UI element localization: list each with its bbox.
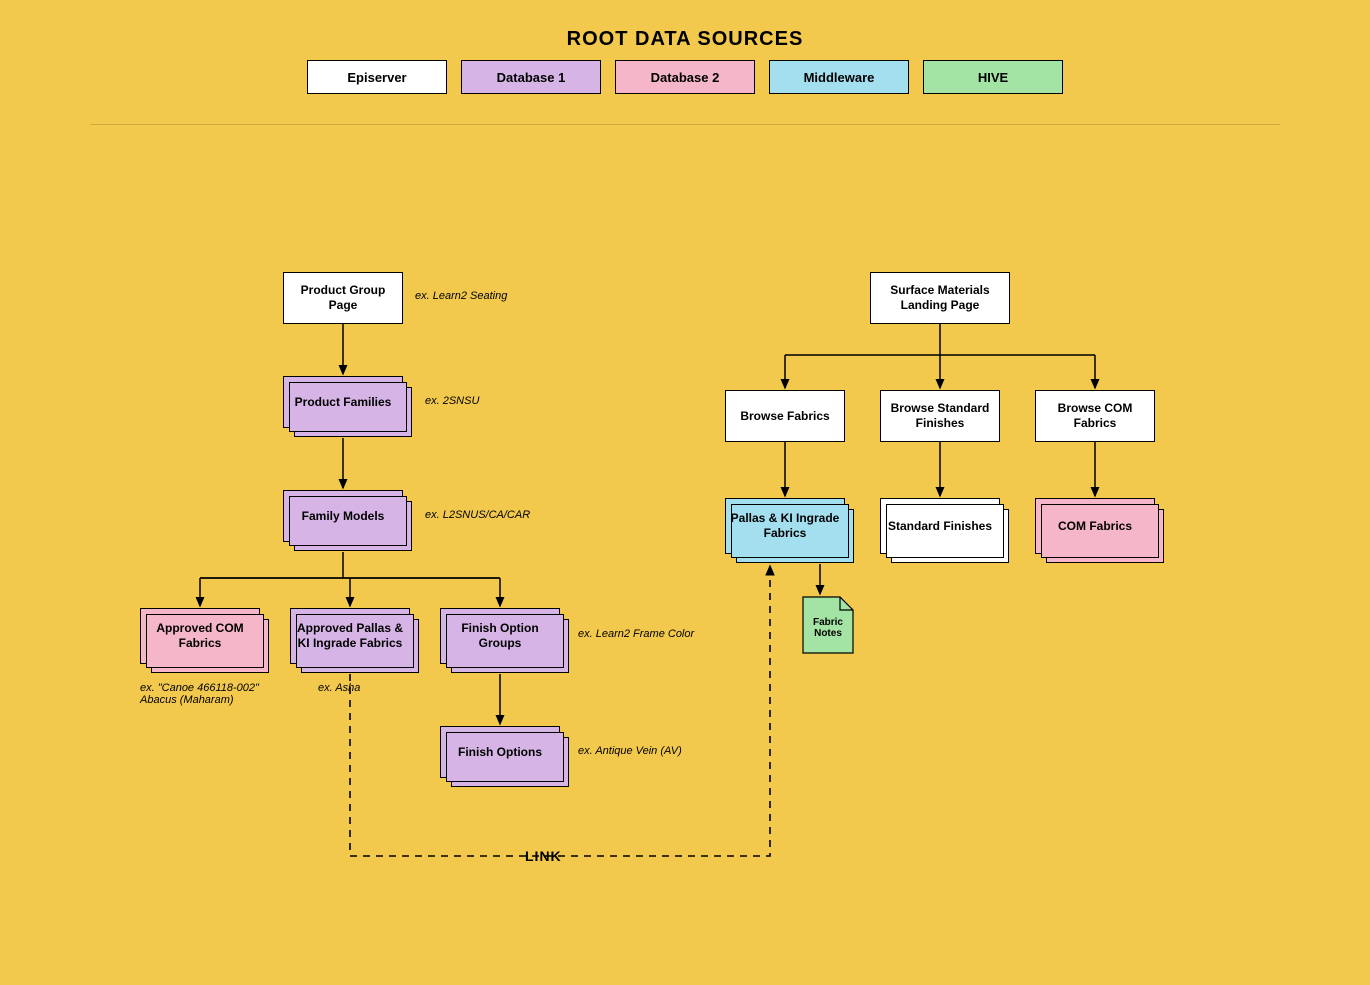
node-browse-fabrics: Browse Fabrics bbox=[725, 390, 845, 442]
node-finish-options: Finish Options bbox=[440, 726, 560, 778]
legend-episerver: Episerver bbox=[307, 60, 447, 94]
node-approved-com-fabrics: Approved COM Fabrics bbox=[140, 608, 260, 664]
node-product-families: Product Families bbox=[283, 376, 403, 428]
annot-approved-com-fabrics: ex. "Canoe 466118-002" Abacus (Maharam) bbox=[140, 682, 280, 706]
link-label: LINK bbox=[525, 848, 562, 864]
annot-approved-pallas-ki: ex. Asha bbox=[318, 682, 360, 694]
legend-database-2: Database 2 bbox=[615, 60, 755, 94]
annot-family-models: ex. L2SNUS/CA/CAR bbox=[425, 509, 530, 521]
connector-lines bbox=[0, 0, 1370, 985]
annot-finish-options: ex. Antique Vein (AV) bbox=[578, 745, 682, 757]
node-finish-option-groups: Finish Option Groups bbox=[440, 608, 560, 664]
annot-finish-option-groups: ex. Learn2 Frame Color bbox=[578, 628, 694, 640]
node-surface-materials-landing: Surface Materials Landing Page bbox=[870, 272, 1010, 324]
node-browse-com-fabrics: Browse COM Fabrics bbox=[1035, 390, 1155, 442]
divider-line bbox=[90, 124, 1280, 125]
legend-database-1: Database 1 bbox=[461, 60, 601, 94]
legend-hive: HIVE bbox=[923, 60, 1063, 94]
legend-row: Episerver Database 1 Database 2 Middlewa… bbox=[0, 60, 1370, 94]
node-pallas-ki-ingrade-fabrics: Pallas & KI Ingrade Fabrics bbox=[725, 498, 845, 554]
annot-product-families: ex. 2SNSU bbox=[425, 395, 479, 407]
annot-product-group-page: ex. Learn2 Seating bbox=[415, 290, 507, 302]
node-browse-standard-finishes: Browse Standard Finishes bbox=[880, 390, 1000, 442]
node-fabric-notes: Fabric Notes bbox=[802, 596, 854, 654]
node-family-models: Family Models bbox=[283, 490, 403, 542]
page-title: ROOT DATA SOURCES bbox=[0, 28, 1370, 51]
node-product-group-page: Product Group Page bbox=[283, 272, 403, 324]
node-com-fabrics: COM Fabrics bbox=[1035, 498, 1155, 554]
node-approved-pallas-ki: Approved Pallas & KI Ingrade Fabrics bbox=[290, 608, 410, 664]
node-standard-finishes: Standard Finishes bbox=[880, 498, 1000, 554]
legend-middleware: Middleware bbox=[769, 60, 909, 94]
fabric-notes-label: Fabric Notes bbox=[802, 596, 854, 654]
